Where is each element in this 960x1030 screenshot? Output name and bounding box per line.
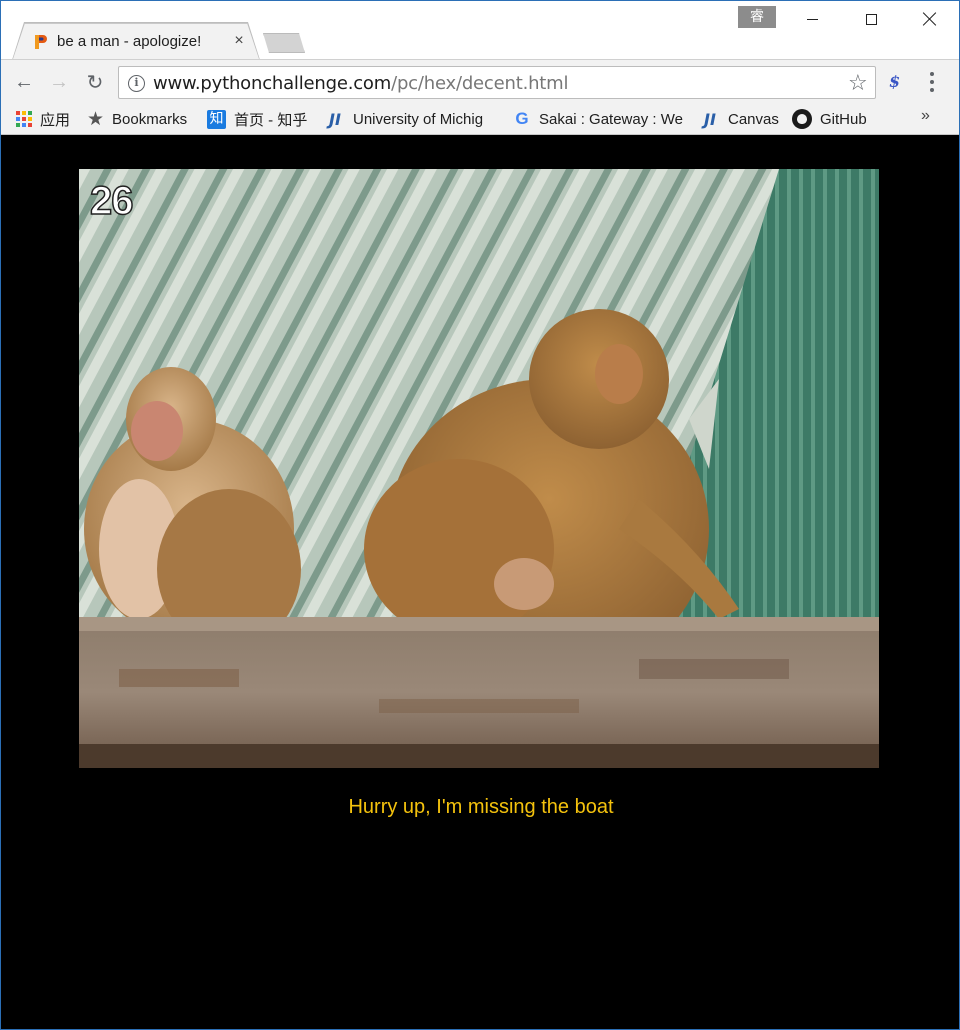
tab-title: be a man - apologize! (57, 33, 202, 50)
maximize-button[interactable] (848, 5, 894, 33)
bookmark-label: 应用 (40, 111, 71, 129)
bookmark-label: Canvas (728, 110, 779, 128)
apps-grid-icon (16, 111, 32, 127)
zhihu-icon: 知 (207, 109, 226, 129)
back-button[interactable]: ← (12, 70, 36, 94)
bookmark-label: Sakai : Gateway : We (539, 110, 683, 128)
ji-icon: JI (329, 109, 341, 129)
bookmark-canvas[interactable]: JI Canvas (700, 107, 779, 131)
bookmark-label: University of Michig (353, 110, 484, 128)
extension-icon[interactable]: $ (889, 72, 900, 91)
bookmark-university[interactable]: JI University of Michig (325, 107, 495, 131)
reload-button[interactable]: ↻ (83, 70, 107, 94)
close-window-button[interactable] (907, 5, 953, 33)
photo-illustration (79, 169, 879, 768)
browser-window: be a man - apologize! × 睿 ← → ↻ i www.py… (0, 0, 960, 1030)
new-tab-button[interactable] (263, 33, 305, 53)
github-icon (792, 109, 812, 129)
frame-number: 26 (89, 178, 134, 224)
close-icon (923, 12, 937, 26)
url-path: /pc/hex/decent.html (391, 73, 569, 94)
info-icon[interactable]: i (128, 75, 145, 92)
url-text[interactable]: www.pythonchallenge.com/pc/hex/decent.ht… (153, 73, 568, 94)
bookmark-sakai[interactable]: G Sakai : Gateway : We (513, 107, 685, 131)
minimize-icon (806, 18, 818, 20)
google-icon: G (515, 109, 529, 128)
url-host: www.pythonchallenge.com (153, 73, 392, 94)
page-content: 26 Hurry up, I'm missing the boat (1, 136, 959, 1029)
bookmark-star-icon[interactable]: ☆ (848, 70, 868, 96)
arrow-left-icon: ← (14, 70, 34, 93)
minimize-button[interactable] (789, 5, 835, 33)
ime-badge: 睿 (738, 6, 776, 28)
star-icon: ★ (87, 108, 105, 130)
active-tab[interactable]: be a man - apologize! × (13, 23, 259, 59)
ji-icon: JI (704, 109, 716, 129)
maximize-icon (865, 13, 877, 25)
tab-close-icon[interactable]: × (232, 32, 246, 50)
toolbar: ← → ↻ i www.pythonchallenge.com/pc/hex/d… (1, 59, 959, 103)
tab-strip: be a man - apologize! × 睿 (1, 1, 959, 60)
bookmark-zhihu[interactable]: 知 首页 - 知乎 (207, 107, 307, 131)
caption-text: Hurry up, I'm missing the boat (348, 796, 614, 818)
python-challenge-favicon-icon (35, 35, 47, 49)
bookmark-label: GitHub (820, 110, 867, 128)
forward-button[interactable]: → (47, 70, 71, 94)
browser-menu-icon[interactable] (930, 72, 934, 92)
bookmark-apps[interactable]: 应用 (16, 107, 70, 131)
address-bar[interactable]: i www.pythonchallenge.com/pc/hex/decent.… (118, 66, 876, 99)
reload-icon: ↻ (86, 71, 104, 94)
bookmarks-overflow-icon[interactable]: » (921, 107, 930, 125)
bookmark-github[interactable]: GitHub (792, 107, 867, 131)
bookmarks-bar: 应用 ★ Bookmarks 知 首页 - 知乎 JI University o… (1, 103, 959, 135)
arrow-right-icon: → (49, 70, 69, 93)
monkeys-photo: 26 (79, 169, 879, 768)
bookmark-bookmarks[interactable]: ★ Bookmarks (87, 107, 187, 131)
bookmark-label: 首页 - 知乎 (234, 111, 308, 129)
bookmark-label: Bookmarks (112, 110, 188, 128)
